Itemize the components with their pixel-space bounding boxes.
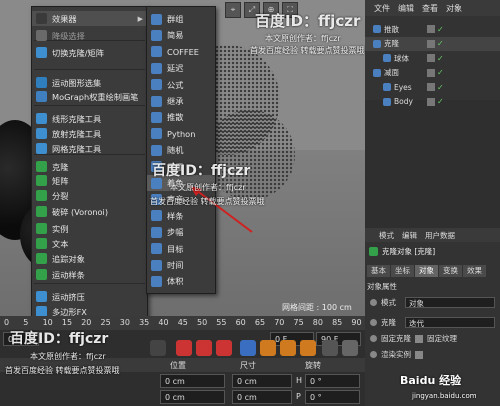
watermark-top: 百度ID：ffjczr [255,12,361,30]
watermark-mid-line2: 首发百度经验 转载要点赞投票哦 [150,197,265,206]
watermark-bottom-line1: 本文原创作者：ffjczr [30,352,106,361]
watermark-mid-line1: 本文原创作者：ffjczr [170,183,246,192]
jingyan-logo: Baidu 经验 [400,374,462,387]
watermark-top-line2: 首发百度经验 转载要点赞投票哦 [250,46,365,55]
watermark-top-line1: 本文原创作者：ffjczr [265,34,341,43]
c4d-window: ⌖ ⤢ ⊕ ⛶ 网格间距 : 100 cm 效果器 ▶ 降级选择 切换克隆/矩阵 运动图… [0,0,500,406]
jingyan-url: jingyan.baidu.com [412,392,477,400]
watermark-bottom: 百度ID：ffjczr [10,331,109,347]
watermark-mid: 百度ID：ffjczr [152,163,251,179]
watermark-bottom-line2: 首发百度经验 转载要点赞投票哦 [5,366,120,375]
